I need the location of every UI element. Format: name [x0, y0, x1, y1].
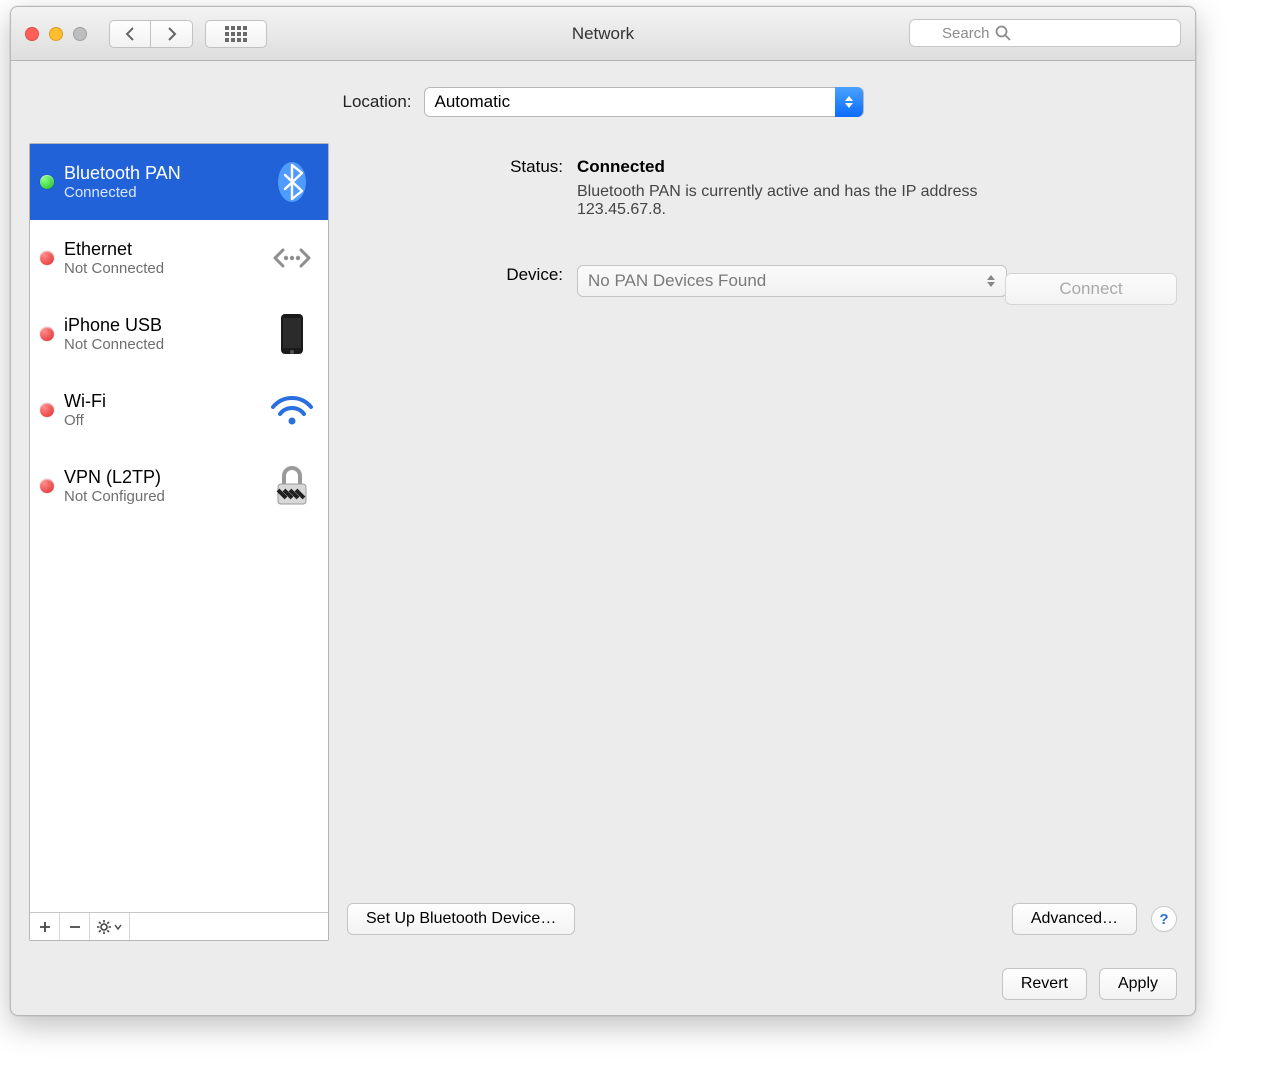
services-list: Bluetooth PAN Connected Ethernet N [30, 144, 328, 912]
status-value: Connected [577, 157, 665, 176]
location-row: Location: Automatic [11, 61, 1195, 131]
service-name: iPhone USB [64, 315, 266, 336]
service-vpn[interactable]: VPN (L2TP) Not Configured [30, 448, 328, 524]
status-dot-icon [40, 479, 54, 493]
select-stepper-icon [984, 271, 998, 291]
add-service-button[interactable] [30, 913, 60, 940]
service-ethernet[interactable]: Ethernet Not Connected [30, 220, 328, 296]
close-window-button[interactable] [25, 27, 39, 41]
revert-button[interactable]: Revert [1002, 968, 1087, 1000]
lock-icon [266, 464, 318, 508]
select-stepper-icon [835, 87, 863, 117]
service-state: Not Configured [64, 488, 266, 505]
device-selected-value: No PAN Devices Found [588, 271, 766, 291]
grid-icon [225, 26, 247, 42]
status-description: Bluetooth PAN is currently active and ha… [577, 183, 1047, 219]
titlebar: Network [11, 7, 1195, 61]
detail-panel: Status: Connected Bluetooth PAN is curre… [347, 143, 1177, 941]
content: Bluetooth PAN Connected Ethernet N [11, 131, 1195, 951]
status-label: Status: [347, 157, 577, 219]
service-actions-button[interactable] [90, 913, 130, 940]
chevron-down-icon [114, 924, 122, 930]
service-state: Off [64, 412, 266, 429]
setup-bluetooth-button[interactable]: Set Up Bluetooth Device… [347, 903, 575, 935]
search-wrap [909, 19, 1181, 47]
apply-button[interactable]: Apply [1099, 968, 1177, 1000]
device-label: Device: [347, 265, 577, 297]
window-controls [25, 27, 87, 41]
wifi-icon [266, 393, 318, 427]
services-sidebar: Bluetooth PAN Connected Ethernet N [29, 143, 329, 941]
plus-icon [39, 921, 51, 933]
connect-button[interactable]: Connect [1005, 273, 1177, 305]
status-row: Status: Connected Bluetooth PAN is curre… [347, 157, 1177, 219]
gear-icon [97, 920, 111, 934]
location-select[interactable]: Automatic [424, 87, 864, 117]
service-iphone-usb[interactable]: iPhone USB Not Connected [30, 296, 328, 372]
service-state: Connected [64, 184, 266, 201]
device-select[interactable]: No PAN Devices Found [577, 265, 1007, 297]
status-dot-icon [40, 251, 54, 265]
location-selected-value: Automatic [435, 92, 511, 112]
chevron-right-icon [166, 26, 178, 42]
status-dot-icon [40, 403, 54, 417]
help-button[interactable]: ? [1151, 906, 1177, 932]
service-name: Wi-Fi [64, 391, 266, 412]
service-wifi[interactable]: Wi-Fi Off [30, 372, 328, 448]
forward-button[interactable] [151, 20, 193, 48]
sidebar-footer [30, 912, 328, 940]
service-bluetooth-pan[interactable]: Bluetooth PAN Connected [30, 144, 328, 220]
network-preferences-window: Network Location: Automatic Blueto [10, 6, 1196, 1016]
ethernet-icon [266, 241, 318, 275]
detail-footer: Set Up Bluetooth Device… Advanced… ? [347, 903, 1177, 941]
status-dot-icon [40, 327, 54, 341]
service-name: Ethernet [64, 239, 266, 260]
zoom-window-button[interactable] [73, 27, 87, 41]
service-name: Bluetooth PAN [64, 163, 266, 184]
search-input[interactable] [909, 19, 1181, 47]
nav-buttons [109, 20, 193, 48]
help-icon: ? [1159, 911, 1168, 928]
show-all-button[interactable] [205, 20, 267, 48]
service-name: VPN (L2TP) [64, 467, 266, 488]
remove-service-button[interactable] [60, 913, 90, 940]
service-state: Not Connected [64, 336, 266, 353]
status-dot-icon [40, 175, 54, 189]
chevron-left-icon [124, 26, 136, 42]
iphone-icon [266, 312, 318, 356]
back-button[interactable] [109, 20, 151, 48]
bluetooth-icon [266, 161, 318, 203]
bottom-bar: Revert Apply [11, 951, 1195, 1015]
location-label: Location: [343, 92, 412, 112]
advanced-button[interactable]: Advanced… [1012, 903, 1137, 935]
minimize-window-button[interactable] [49, 27, 63, 41]
minus-icon [69, 921, 81, 933]
service-state: Not Connected [64, 260, 266, 277]
